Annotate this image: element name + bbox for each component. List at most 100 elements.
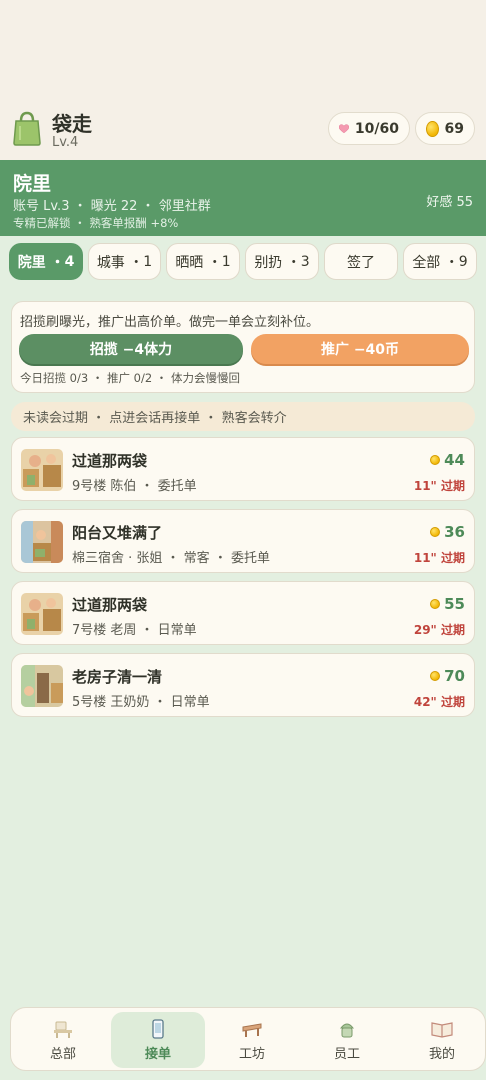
reward-value: 55: [444, 595, 465, 613]
coin-icon: [430, 671, 441, 681]
order-card[interactable]: 阳台又堆满了 棉三宿舍 · 张姐 ・ 常客 ・ 委托单 36 11" 过期: [11, 509, 475, 573]
coin-icon: [430, 455, 441, 465]
order-client: 5号楼 王奶奶: [72, 695, 150, 710]
tab-courtyard[interactable]: 院里 ・ 4: [9, 243, 83, 280]
nav-label: 我的: [428, 1046, 455, 1062]
tab-showoff[interactable]: 晒晒 ・ 1: [166, 243, 240, 280]
coin-icon: [426, 120, 439, 137]
order-deadline: 29" 过期: [413, 623, 465, 637]
order-client: 9号楼 陈伯: [72, 479, 137, 494]
order-meta: 5号楼 王奶奶 ・ 日常单: [72, 695, 210, 710]
recruit-today: 今日招揽 0/3: [20, 371, 89, 385]
hearts-value: 10/60: [354, 120, 399, 137]
desk-icon: [54, 1021, 72, 1038]
tab-count: 4: [64, 253, 75, 270]
tab-label: 院里: [17, 254, 46, 271]
nav-staff[interactable]: 员工: [300, 1012, 394, 1068]
exposure-count: 曝光 22: [90, 199, 138, 214]
account-level: 账号 Lv.3: [13, 199, 70, 214]
nav-workshop[interactable]: 工坊: [205, 1012, 299, 1068]
tab-count: 3: [300, 253, 310, 270]
banner-subtitle: 账号 Lv.3 ・ 曝光 22 ・ 邻里社群: [13, 199, 211, 214]
recruit-button[interactable]: 招揽 −4体力: [19, 334, 243, 364]
promo-card: 招揽刷曝光，推广出高价单。做完一单会立刻补位。 招揽 −4体力 推广 −40币 …: [11, 301, 475, 393]
phone-icon: [152, 1018, 164, 1039]
tip-expire: 未读会过期: [23, 411, 89, 426]
player-level: Lv.4: [52, 135, 79, 150]
order-meta: 9号楼 陈伯 ・ 委托单: [72, 479, 197, 494]
coins-value: 69: [444, 120, 464, 137]
order-reward: 70: [430, 667, 465, 685]
hearts-counter[interactable]: 10/60: [328, 112, 410, 145]
order-meta: 棉三宿舍 · 张姐 ・ 常客 ・ 委托单: [72, 551, 270, 566]
order-card[interactable]: 过道那两袋 7号楼 老周 ・ 日常单 55 29" 过期: [11, 581, 475, 645]
tab-label: 签了: [347, 254, 375, 271]
order-title: 过道那两袋: [72, 596, 148, 614]
nav-profile[interactable]: 我的: [395, 1012, 486, 1068]
tab-count: 1: [221, 253, 231, 270]
favor-value: 好感 55: [426, 195, 473, 210]
order-type: 委托单: [230, 551, 270, 566]
order-deadline: 11" 过期: [413, 551, 465, 565]
order-tag: 常客: [183, 551, 210, 566]
order-card[interactable]: 老房子清一清 5号楼 王奶奶 ・ 日常单 70 42" 过期: [11, 653, 475, 717]
promote-button[interactable]: 推广 −40币: [251, 334, 469, 364]
community-banner: 院里 账号 Lv.3 ・ 曝光 22 ・ 邻里社群 专精已解锁 ・ 熟客单报酬 …: [0, 160, 486, 236]
tab-city[interactable]: 城事 ・ 1: [88, 243, 161, 280]
order-thumbnail: [21, 521, 63, 563]
workbench-icon: [242, 1022, 262, 1037]
nav-label: 总部: [49, 1046, 76, 1062]
order-title: 过道那两袋: [72, 452, 148, 470]
reward-value: 70: [444, 667, 465, 685]
tips-bar: 未读会过期 ・ 点进会话再接单 ・ 熟客会转介: [11, 402, 475, 431]
promo-stats: 今日招揽 0/3 ・ 推广 0/2 ・ 体力会慢慢回: [20, 371, 240, 385]
tab-label: 城事: [96, 254, 125, 271]
tab-count: 9: [458, 253, 468, 270]
order-title: 老房子清一清: [72, 668, 163, 686]
promote-today: 推广 0/2: [106, 371, 153, 385]
channel-tabs: 院里 ・ 4 城事 ・ 1 晒晒 ・ 1 别扔 ・ 3 签了 全部 ・ 9: [0, 243, 486, 281]
heart-icon: [339, 123, 349, 133]
nav-label: 工坊: [238, 1046, 265, 1062]
order-thumbnail: [21, 593, 63, 635]
tab-label: 晒晒: [175, 254, 204, 271]
coins-counter[interactable]: 69: [415, 112, 475, 145]
tab-label: 别扔: [254, 254, 283, 271]
order-card[interactable]: 过道那两袋 9号楼 陈伯 ・ 委托单 44 11" 过期: [11, 437, 475, 501]
order-thumbnail: [21, 449, 63, 491]
order-deadline: 11" 过期: [413, 479, 465, 493]
worker-icon: [339, 1023, 355, 1037]
tip-open-chat: 点进会话再接单: [109, 411, 201, 426]
nav-label: 员工: [333, 1046, 360, 1062]
order-type: 日常单: [157, 623, 197, 638]
bonus-note: 熟客单报酬 +8%: [89, 216, 179, 230]
order-type: 日常单: [170, 695, 210, 710]
app-title: 袋走: [52, 112, 92, 136]
banner-note: 专精已解锁 ・ 熟客单报酬 +8%: [13, 216, 179, 230]
tab-count: 1: [143, 253, 153, 270]
order-deadline: 42" 过期: [413, 695, 465, 709]
tab-signed[interactable]: 签了: [324, 243, 398, 280]
coin-icon: [430, 527, 441, 537]
nav-orders[interactable]: 接单: [111, 1012, 205, 1068]
order-type: 委托单: [157, 479, 197, 494]
stamina-note: 体力会慢慢回: [170, 371, 240, 385]
nav-label: 接单: [144, 1046, 171, 1062]
reward-value: 44: [444, 451, 465, 469]
tab-label: 全部: [412, 254, 441, 271]
order-client: 棉三宿舍 · 张姐: [72, 551, 163, 566]
book-icon: [431, 1021, 453, 1038]
order-title: 阳台又堆满了: [72, 524, 163, 542]
order-reward: 36: [430, 523, 465, 541]
order-meta: 7号楼 老周 ・ 日常单: [72, 623, 197, 638]
order-client: 7号楼 老周: [72, 623, 137, 638]
tab-all[interactable]: 全部 ・ 9: [403, 243, 477, 280]
community-name: 邻里社群: [158, 199, 211, 214]
order-reward: 55: [430, 595, 465, 613]
tab-dont-toss[interactable]: 别扔 ・ 3: [245, 243, 319, 280]
reward-value: 36: [444, 523, 465, 541]
app-header: 袋走 Lv.4 10/60 69: [0, 100, 486, 158]
promo-description: 招揽刷曝光，推广出高价单。做完一单会立刻补位。: [20, 315, 320, 330]
order-thumbnail: [21, 665, 63, 707]
nav-headquarters[interactable]: 总部: [16, 1012, 110, 1068]
